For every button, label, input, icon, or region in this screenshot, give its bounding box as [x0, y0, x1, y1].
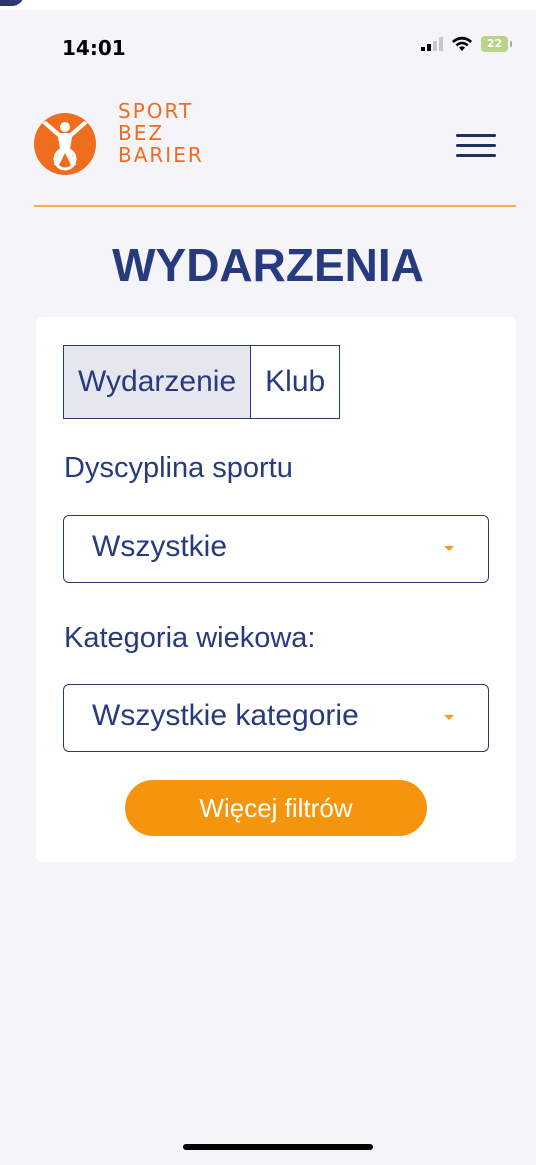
menu-bar-icon: [456, 154, 496, 157]
brand-wordmark: SPORT BEZ BARIER: [118, 101, 204, 167]
top-left-shape: [0, 0, 24, 6]
chevron-down-icon: [444, 715, 454, 720]
menu-button[interactable]: [456, 134, 496, 160]
age-category-label: Kategoria wiekowa:: [64, 622, 316, 654]
brand-line-2: BEZ: [118, 121, 165, 145]
sport-bez-barier-logo-icon: [34, 113, 96, 175]
signal-icon: [421, 37, 443, 51]
tab-wydarzenie[interactable]: Wydarzenie: [64, 346, 252, 418]
menu-bar-icon: [456, 134, 496, 137]
discipline-select-value: Wszystkie: [92, 530, 227, 563]
wifi-icon: [452, 36, 472, 51]
status-bar: 14:01 22: [0, 10, 536, 80]
discipline-label: Dyscyplina sportu: [64, 452, 293, 484]
home-indicator: [183, 1144, 373, 1150]
status-time: 14:01: [62, 36, 126, 60]
header-divider: [34, 205, 516, 207]
more-filters-button[interactable]: Więcej filtrów: [125, 780, 427, 836]
brand-line-3: BARIER: [118, 143, 204, 167]
view-tabs: Wydarzenie Klub: [63, 345, 341, 419]
status-icons: 22: [421, 36, 512, 52]
discipline-select[interactable]: Wszystkie: [63, 515, 489, 583]
battery-icon: 22: [481, 36, 512, 52]
brand-line-1: SPORT: [118, 99, 194, 123]
age-category-select-value: Wszystkie kategorie: [92, 699, 359, 732]
tab-klub[interactable]: Klub: [251, 346, 339, 418]
menu-bar-icon: [456, 144, 496, 147]
page-title: WYDARZENIA: [112, 239, 424, 291]
top-edge: [0, 0, 536, 10]
age-category-select[interactable]: Wszystkie kategorie: [63, 684, 489, 752]
chevron-down-icon: [444, 546, 454, 551]
